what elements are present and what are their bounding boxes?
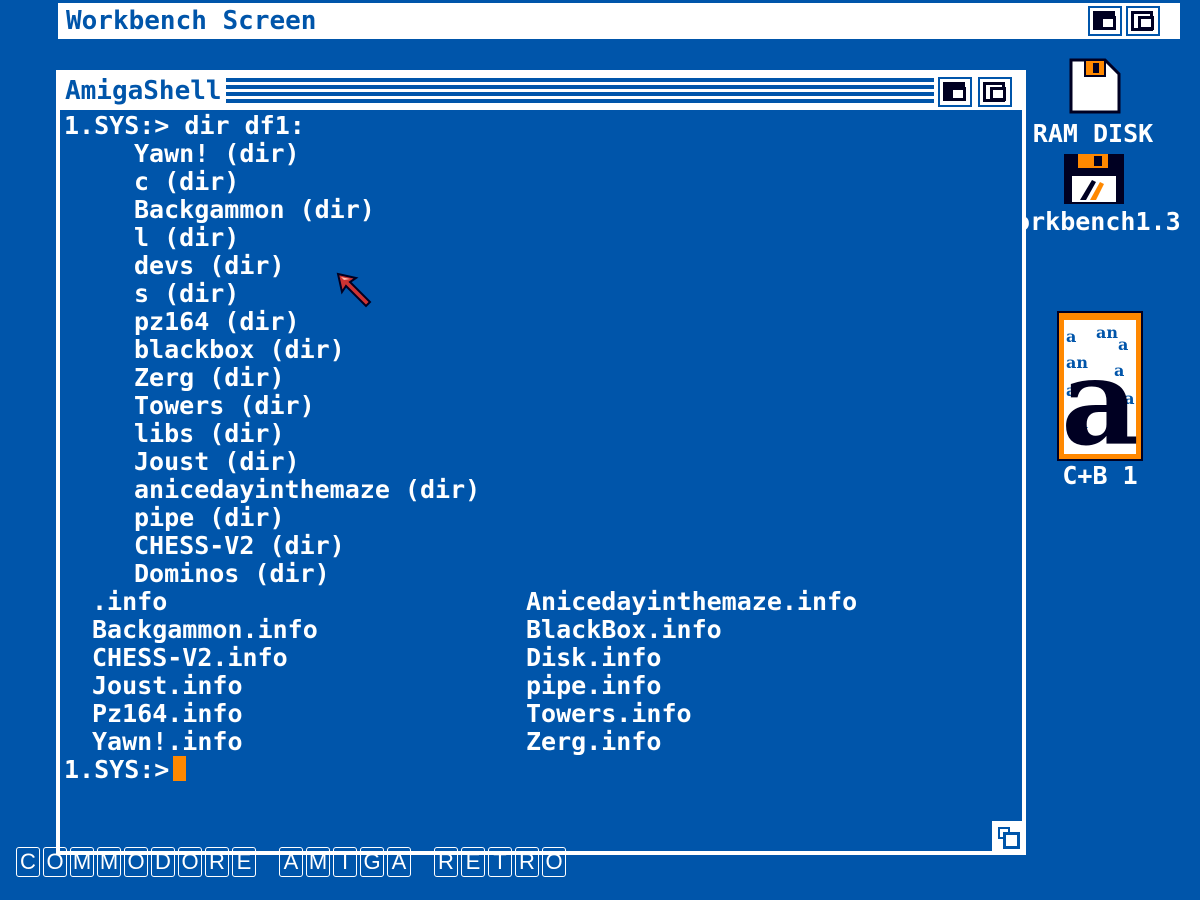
dir-listing: Yawn! (dir) c (dir) Backgammon (dir) l (dir… xyxy=(64,140,1004,588)
resize-icon-inner xyxy=(1003,832,1020,849)
shell-title-bar[interactable]: AmigaShell xyxy=(60,74,1022,110)
banner-letter: M xyxy=(70,847,94,877)
file-entry: Backgammon.info xyxy=(92,615,318,644)
banner-letter: A xyxy=(279,847,303,877)
file-listing: .info Anicedayinthemaze.info Backgammon.in… xyxy=(64,588,1004,756)
dir-entry: pipe (dir) xyxy=(134,503,285,532)
window-resize-gadget[interactable] xyxy=(992,821,1022,851)
file-entry: Joust.info xyxy=(92,671,243,700)
screen-depth-back-gadget[interactable] xyxy=(1088,6,1122,36)
floppy-disk-icon xyxy=(1064,154,1124,204)
dir-entry: Towers (dir) xyxy=(134,391,315,420)
mouse-pointer-icon xyxy=(336,272,372,308)
banner-letter: E xyxy=(461,847,485,877)
shell-window-title: AmigaShell xyxy=(65,75,226,107)
cb-disk-icon-group[interactable]: a an a an a a ia an a a C+B 1 xyxy=(1050,310,1150,490)
dir-entry: Backgammon (dir) xyxy=(134,195,375,224)
file-row: .info Anicedayinthemaze.info xyxy=(64,588,1004,616)
dir-entry: Yawn! (dir) xyxy=(134,139,300,168)
amigashell-window[interactable]: AmigaShell 1.SYS:> dir df1: Yawn! (dir) c… xyxy=(56,70,1026,855)
shell-depth-back-gadget[interactable] xyxy=(938,77,972,107)
ram-disk-icon-group[interactable]: RAM DISK xyxy=(1028,58,1158,148)
ram-disk-label: RAM DISK xyxy=(1032,119,1154,148)
banner-letter: T xyxy=(488,847,512,877)
banner-word: RETRO xyxy=(434,847,569,881)
dir-entry: Zerg (dir) xyxy=(134,363,285,392)
cb-disk-icon: a ana an a a ia an a a xyxy=(1057,311,1143,473)
banner-letter: D xyxy=(151,847,175,877)
cb-icon-letter: a xyxy=(1061,332,1139,462)
dir-entry: Joust (dir) xyxy=(134,447,300,476)
dir-entry: s (dir) xyxy=(134,279,240,308)
file-entry: pipe.info xyxy=(526,671,662,700)
banner-letter: O xyxy=(43,847,67,877)
file-entry: Towers.info xyxy=(526,699,692,728)
dir-entry: l (dir) xyxy=(134,223,240,252)
prompt: 1.SYS:> xyxy=(64,755,170,784)
file-row: Backgammon.info BlackBox.info xyxy=(64,616,1004,644)
depth-front-icon xyxy=(950,87,966,101)
banner-letter: O xyxy=(542,847,566,877)
shell-depth-front-gadget[interactable] xyxy=(978,77,1012,107)
banner-letter: E xyxy=(232,847,256,877)
dir-entry: blackbox (dir) xyxy=(134,335,345,364)
dir-entry: libs (dir) xyxy=(134,419,285,448)
banner-letter: R xyxy=(515,847,539,877)
dir-entry: c (dir) xyxy=(134,167,240,196)
banner-letter: G xyxy=(360,847,384,877)
file-entry: Disk.info xyxy=(526,643,662,672)
file-entry: Zerg.info xyxy=(526,727,662,756)
banner-letter: R xyxy=(205,847,229,877)
depth-front-icon xyxy=(1138,16,1154,30)
file-row: Pz164.info Towers.info xyxy=(64,700,1004,728)
shell-output[interactable]: 1.SYS:> dir df1: Yawn! (dir) c (dir) Backg… xyxy=(64,112,1004,802)
title-bar-drag-stripes[interactable] xyxy=(212,78,934,105)
banner-word: AMIGA xyxy=(279,847,414,881)
banner-word: COMMODORE xyxy=(16,847,259,881)
command-line: 1.SYS:> dir df1: xyxy=(64,111,305,140)
cb-label: C+B 1 xyxy=(1062,461,1138,490)
depth-front-icon xyxy=(990,87,1006,101)
banner-letter: M xyxy=(97,847,121,877)
banner-letter: I xyxy=(333,847,357,877)
dir-entry: devs (dir) xyxy=(134,251,285,280)
screen-title-bar[interactable]: Workbench Screen xyxy=(58,3,1180,39)
file-entry: BlackBox.info xyxy=(526,615,722,644)
workbench-label: Workbench1.3 xyxy=(1024,208,1181,236)
banner-letter: A xyxy=(387,847,411,877)
banner-letter: O xyxy=(124,847,148,877)
file-row: Joust.info pipe.info xyxy=(64,672,1004,700)
file-entry: Yawn!.info xyxy=(92,727,243,756)
prompt-line[interactable]: 1.SYS:> xyxy=(64,756,1004,784)
file-entry: Pz164.info xyxy=(92,699,243,728)
commodore-amiga-retro-banner: COMMODOREAMIGARETRO xyxy=(16,847,589,881)
banner-letter: O xyxy=(178,847,202,877)
ram-disk-icon xyxy=(1069,58,1121,114)
screen-title: Workbench Screen xyxy=(66,6,317,36)
file-entry: .info xyxy=(92,587,168,616)
banner-letter: C xyxy=(16,847,40,877)
depth-front-icon xyxy=(1100,16,1116,30)
banner-letter: M xyxy=(306,847,330,877)
file-row: CHESS-V2.info Disk.info xyxy=(64,644,1004,672)
file-entry: CHESS-V2.info xyxy=(92,643,288,672)
file-row: Yawn!.info Zerg.info xyxy=(64,728,1004,756)
dir-entry: anicedayinthemaze (dir) xyxy=(134,475,481,504)
dir-entry: pz164 (dir) xyxy=(134,307,300,336)
dir-entry: CHESS-V2 (dir) xyxy=(134,531,345,560)
text-cursor xyxy=(173,756,187,781)
file-entry: Anicedayinthemaze.info xyxy=(526,587,858,616)
dir-entry: Dominos (dir) xyxy=(134,559,330,588)
screen-depth-front-gadget[interactable] xyxy=(1126,6,1160,36)
banner-letter: R xyxy=(434,847,458,877)
